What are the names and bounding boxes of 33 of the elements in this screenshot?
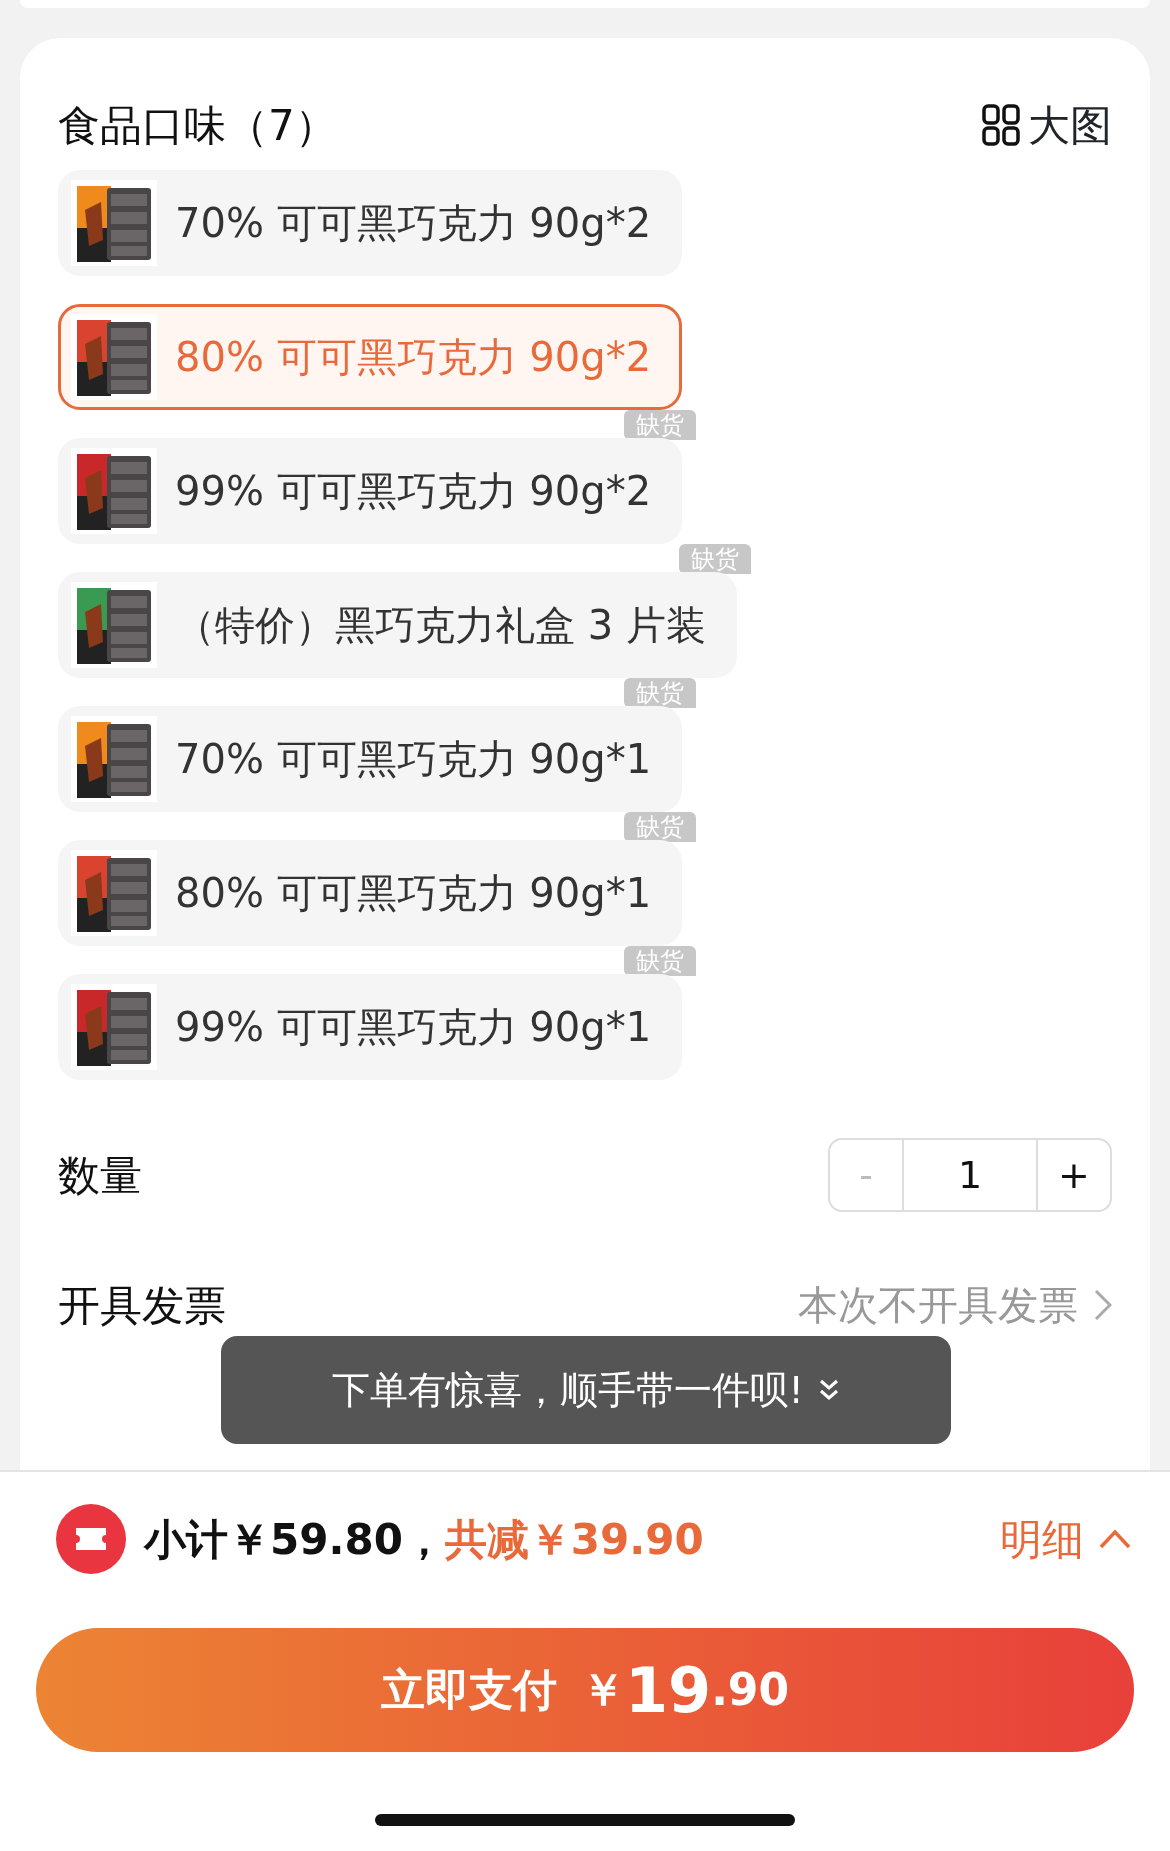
option-chip[interactable]: （特价）黑巧克力礼盒 3 片装 <box>58 572 737 678</box>
option-chip[interactable]: 99% 可可黑巧克力 90g*2 <box>58 438 683 544</box>
section-title: 食品口味（7） <box>58 99 337 152</box>
out-of-stock-tag: 缺货 <box>624 812 697 842</box>
out-of-stock-tag: 缺货 <box>624 410 697 440</box>
option-label: （特价）黑巧克力礼盒 3 片装 <box>175 601 706 650</box>
subtotal-text: 小计￥59.80， <box>144 1513 445 1566</box>
toast: 下单有惊喜，顺手带一件呗! <box>221 1336 951 1444</box>
option-label: 80% 可可黑巧克力 90g*2 <box>175 333 652 382</box>
option-chip[interactable]: 99% 可可黑巧克力 90g*1 <box>58 974 683 1080</box>
option-chip[interactable]: 80% 可可黑巧克力 90g*1 <box>58 840 683 946</box>
option-label: 70% 可可黑巧克力 90g*1 <box>175 735 652 784</box>
coupon-icon <box>56 1504 126 1574</box>
option-label: 70% 可可黑巧克力 90g*2 <box>175 199 652 248</box>
out-of-stock-tag: 缺货 <box>624 678 697 708</box>
pay-button[interactable]: 立即支付 ￥19.90 <box>36 1628 1134 1752</box>
view-toggle[interactable]: 大图 <box>982 93 1112 157</box>
quantity-label: 数量 <box>58 1149 142 1202</box>
quantity-value[interactable]: 1 <box>902 1140 1038 1210</box>
invoice-label: 开具发票 <box>58 1279 226 1332</box>
option-label: 99% 可可黑巧克力 90g*1 <box>175 1003 652 1052</box>
option-chip[interactable]: 70% 可可黑巧克力 90g*1 <box>58 706 683 812</box>
discount-text: 共减￥39.90 <box>444 1513 704 1566</box>
out-of-stock-tag: 缺货 <box>624 946 697 976</box>
option-label: 80% 可可黑巧克力 90g*1 <box>175 869 652 918</box>
chevron-up-icon <box>1098 1528 1132 1550</box>
chevron-right-icon <box>1094 1289 1112 1321</box>
option-chip[interactable]: 70% 可可黑巧克力 90g*2 <box>58 170 683 276</box>
option-label: 99% 可可黑巧克力 90g*2 <box>175 467 652 516</box>
plus-button[interactable]: + <box>1038 1140 1110 1210</box>
double-chevron-down-icon <box>817 1377 840 1403</box>
grid-icon <box>982 104 1020 146</box>
out-of-stock-tag: 缺货 <box>678 544 751 574</box>
